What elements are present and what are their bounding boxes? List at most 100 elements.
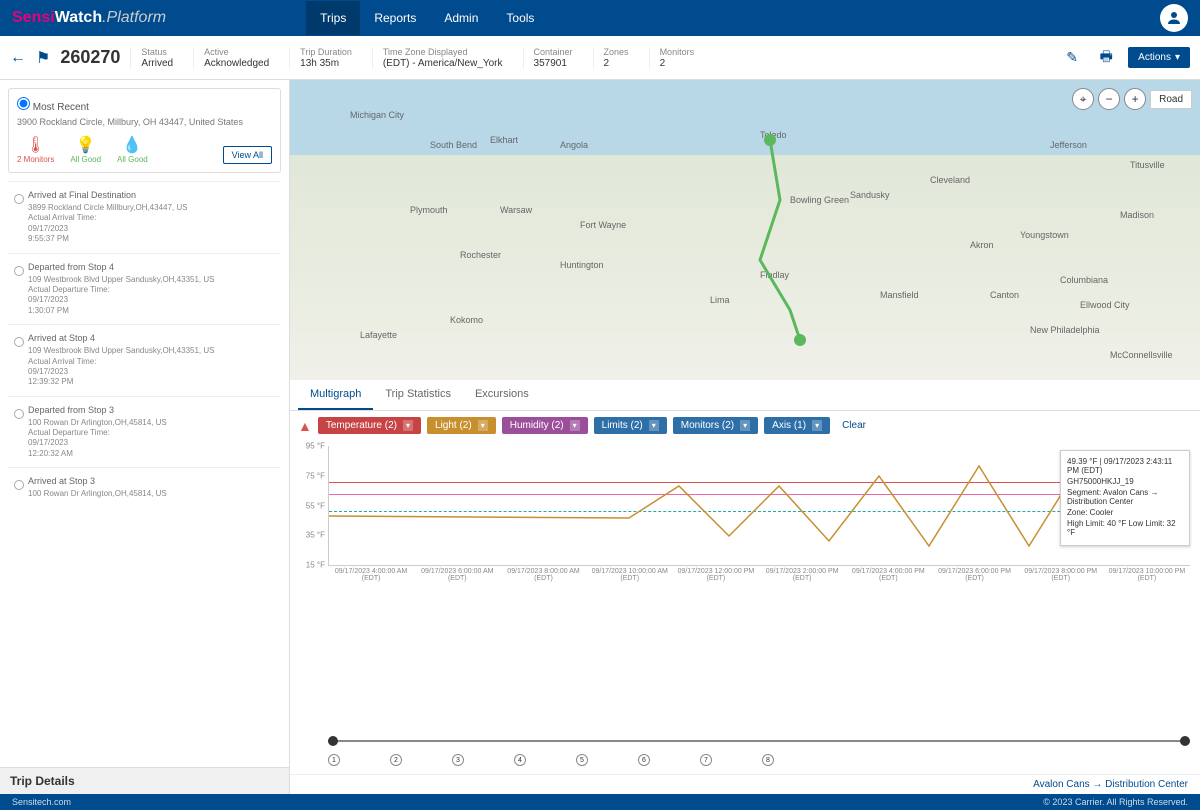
edit-icon[interactable]: ✎ xyxy=(1060,46,1084,70)
duration-label: Trip Duration xyxy=(300,47,352,57)
slider-handle-end[interactable] xyxy=(1180,736,1190,746)
y-tick: 55 °F xyxy=(301,501,325,510)
monitors-label: Monitors xyxy=(660,47,695,57)
filter-chips: ▲ Temperature (2)▾ Light (2)▾ Humidity (… xyxy=(290,411,1200,440)
timeline-item[interactable]: Departed from Stop 3100 Rowan Dr Arlingt… xyxy=(8,396,281,468)
timeline-item[interactable]: Arrived at Final Destination3899 Rocklan… xyxy=(8,181,281,253)
x-tick: 09/17/2023 4:00:00 PM (EDT) xyxy=(845,566,931,582)
x-tick: 09/17/2023 6:00:00 PM (EDT) xyxy=(931,566,1017,582)
nav-trips[interactable]: Trips xyxy=(306,1,360,35)
zones-value: 2 xyxy=(604,58,629,69)
stop-markers: 1 2 3 4 5 6 7 8 xyxy=(290,746,1200,774)
stop-dot[interactable]: 6 xyxy=(638,754,650,766)
humid-status: 💧All Good xyxy=(117,135,148,164)
stop-dot[interactable]: 8 xyxy=(762,754,774,766)
x-tick: 09/17/2023 2:00:00 PM (EDT) xyxy=(759,566,845,582)
top-nav: SensiWatch.Platform Trips Reports Admin … xyxy=(0,0,1200,36)
monitors-value: 2 xyxy=(660,58,695,69)
left-panel: Most Recent 3900 Rockland Circle, Millbu… xyxy=(0,80,290,794)
ack-value: Acknowledged xyxy=(204,58,269,69)
tab-excursions[interactable]: Excursions xyxy=(463,380,541,410)
multigraph-chart: 95 °F 75 °F 55 °F 35 °F 15 °F 09/17/2023 4:0… xyxy=(290,440,1200,732)
x-tick: 09/17/2023 6:00:00 AM (EDT) xyxy=(414,566,500,582)
stop-dot[interactable]: 1 xyxy=(328,754,340,766)
zones-label: Zones xyxy=(604,47,629,57)
x-tick: 09/17/2023 4:00:00 AM (EDT) xyxy=(328,566,414,582)
recent-radio[interactable] xyxy=(17,97,30,110)
trip-details-header[interactable]: Trip Details xyxy=(0,767,289,794)
alert-icon: ▲ xyxy=(298,418,312,434)
most-recent-card: Most Recent 3900 Rockland Circle, Millbu… xyxy=(8,88,281,173)
x-tick: 09/17/2023 10:00:00 PM (EDT) xyxy=(1104,566,1190,582)
user-icon xyxy=(1165,9,1183,27)
print-icon[interactable]: 🖶 xyxy=(1094,46,1118,70)
trip-header: ← ⚑ 260270 StatusArrived ActiveAcknowled… xyxy=(0,36,1200,80)
back-icon[interactable]: ← xyxy=(10,49,26,67)
actions-button[interactable]: Actions▾ xyxy=(1128,47,1190,68)
chip-light[interactable]: Light (2)▾ xyxy=(427,417,496,434)
map-locate-icon[interactable]: ⌖ xyxy=(1072,88,1094,110)
timeline-list[interactable]: Arrived at Final Destination3899 Rocklan… xyxy=(0,181,289,767)
y-tick: 15 °F xyxy=(301,561,325,570)
x-tick: 09/17/2023 8:00:00 PM (EDT) xyxy=(1018,566,1104,582)
recent-address: 3900 Rockland Circle, Millbury, OH 43447… xyxy=(17,117,272,127)
y-tick: 35 °F xyxy=(301,531,325,540)
chip-axis[interactable]: Axis (1)▾ xyxy=(764,417,830,434)
tz-value: (EDT) - America/New_York xyxy=(383,58,503,69)
droplet-icon: 💧 xyxy=(122,135,142,155)
nav-reports[interactable]: Reports xyxy=(360,1,430,35)
view-all-button[interactable]: View All xyxy=(223,146,272,164)
slider-handle-start[interactable] xyxy=(328,736,338,746)
x-tick: 09/17/2023 8:00:00 AM (EDT) xyxy=(500,566,586,582)
x-tick: 09/17/2023 10:00:00 AM (EDT) xyxy=(587,566,673,582)
nav-tools[interactable]: Tools xyxy=(492,1,548,35)
stop-dot[interactable]: 7 xyxy=(700,754,712,766)
clear-filters[interactable]: Clear xyxy=(842,420,866,431)
container-label: Container xyxy=(534,47,573,57)
light-status: 💡All Good xyxy=(70,135,101,164)
timeline-item[interactable]: Arrived at Stop 3100 Rowan Dr Arlington,… xyxy=(8,467,281,507)
map-zoom-out-icon[interactable]: − xyxy=(1098,88,1120,110)
stop-dot[interactable]: 3 xyxy=(452,754,464,766)
chip-limits[interactable]: Limits (2)▾ xyxy=(594,417,667,434)
user-avatar[interactable] xyxy=(1160,4,1188,32)
chip-humidity[interactable]: Humidity (2)▾ xyxy=(502,417,588,434)
time-slider[interactable] xyxy=(290,732,1200,746)
footer-site[interactable]: Sensitech.com xyxy=(12,797,71,807)
chart-tabs: Multigraph Trip Statistics Excursions xyxy=(290,380,1200,411)
thermometer-icon: 🌡 xyxy=(26,135,46,155)
x-tick: 09/17/2023 12:00:00 PM (EDT) xyxy=(673,566,759,582)
flag-icon[interactable]: ⚑ xyxy=(36,48,50,68)
chip-temperature[interactable]: Temperature (2)▾ xyxy=(318,417,421,434)
stop-dot[interactable]: 2 xyxy=(390,754,402,766)
stop-dot[interactable]: 5 xyxy=(576,754,588,766)
timeline-item[interactable]: Arrived at Stop 4109 Westbrook Blvd Uppe… xyxy=(8,324,281,396)
chart-tooltip: 49.39 °F | 09/17/2023 2:43:11 PM (EDT) G… xyxy=(1060,450,1190,546)
tz-label: Time Zone Displayed xyxy=(383,47,503,57)
map-layer-road[interactable]: Road xyxy=(1150,90,1192,109)
trip-id: 260270 xyxy=(60,47,120,68)
status-value: Arrived xyxy=(141,58,173,69)
map-zoom-in-icon[interactable]: + xyxy=(1124,88,1146,110)
y-tick: 75 °F xyxy=(301,471,325,480)
app-logo: SensiWatch.Platform xyxy=(12,9,166,27)
nav-admin[interactable]: Admin xyxy=(430,1,492,35)
footer-copyright: © 2023 Carrier. All Rights Reserved. xyxy=(1043,797,1188,807)
route-line xyxy=(290,80,1200,380)
route-footer: Avalon Cans → Distribution Center xyxy=(290,774,1200,794)
ack-label: Active xyxy=(204,47,269,57)
timeline-item[interactable]: Departed from Stop 4109 Westbrook Blvd U… xyxy=(8,253,281,325)
bulb-icon: 💡 xyxy=(76,135,96,155)
chip-monitors[interactable]: Monitors (2)▾ xyxy=(673,417,758,434)
status-label: Status xyxy=(141,47,173,57)
stop-dot[interactable]: 4 xyxy=(514,754,526,766)
duration-value: 13h 35m xyxy=(300,58,352,69)
y-tick: 95 °F xyxy=(301,442,325,451)
container-value: 357901 xyxy=(534,58,573,69)
footer: Sensitech.com © 2023 Carrier. All Rights… xyxy=(0,794,1200,810)
recent-title: Most Recent xyxy=(33,102,89,113)
tab-statistics[interactable]: Trip Statistics xyxy=(373,380,463,410)
map-view[interactable]: Michigan CitySouth BendElkhartAngolaTole… xyxy=(290,80,1200,380)
temp-status: 🌡2 Monitors xyxy=(17,135,54,164)
tab-multigraph[interactable]: Multigraph xyxy=(298,380,373,410)
